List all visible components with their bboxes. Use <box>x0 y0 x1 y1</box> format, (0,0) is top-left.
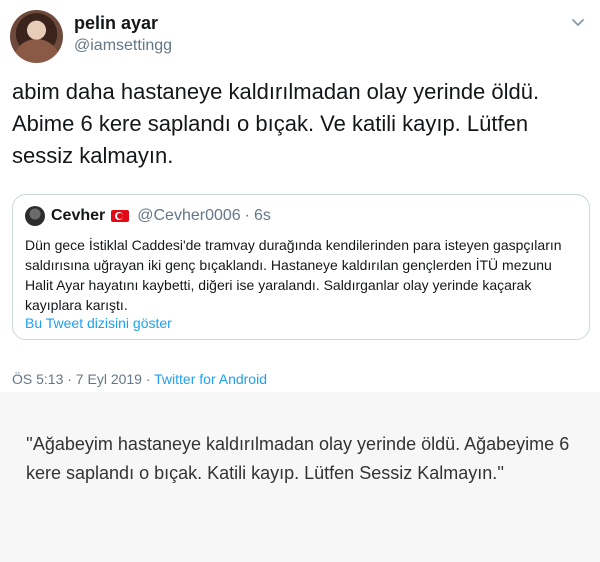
quoted-tweet-text: Dün gece İstiklal Caddesi'de tramvay dur… <box>25 237 562 313</box>
tweet-meta: ÖS 5:13 · 7 Eyl 2019 · Twitter for Andro… <box>12 370 267 388</box>
separator-dot: · <box>244 207 250 224</box>
tweet-card: pelin ayar @iamsettingg abim daha hastan… <box>0 0 600 392</box>
timestamp[interactable]: ÖS 5:13 · 7 Eyl 2019 · <box>12 371 154 387</box>
turkish-flag-icon <box>111 210 130 222</box>
quoted-avatar <box>25 206 45 226</box>
quoted-tweet-header: Cevher @Cevher0006 · 6s <box>25 205 275 227</box>
quoted-time: 6s <box>254 207 271 224</box>
chevron-down-icon[interactable] <box>568 12 588 32</box>
translation-panel: ''Ağabeyim hastaneye kaldırılmadan olay … <box>0 392 600 562</box>
show-thread-link[interactable]: Bu Tweet dizisini göster <box>25 315 172 331</box>
display-name[interactable]: pelin ayar <box>74 12 158 34</box>
avatar[interactable] <box>10 10 63 63</box>
quoted-handle: @Cevher0006 <box>137 207 241 224</box>
translation-text: ''Ağabeyim hastaneye kaldırılmadan olay … <box>26 434 570 483</box>
user-handle[interactable]: @iamsettingg <box>74 36 172 56</box>
source-link[interactable]: Twitter for Android <box>154 371 267 387</box>
quoted-tweet[interactable]: Cevher @Cevher0006 · 6s Dün gece İstikla… <box>12 194 590 340</box>
quoted-display-name: Cevher <box>51 207 106 224</box>
tweet-text: abim daha hastaneye kaldırılmadan olay y… <box>12 79 540 168</box>
